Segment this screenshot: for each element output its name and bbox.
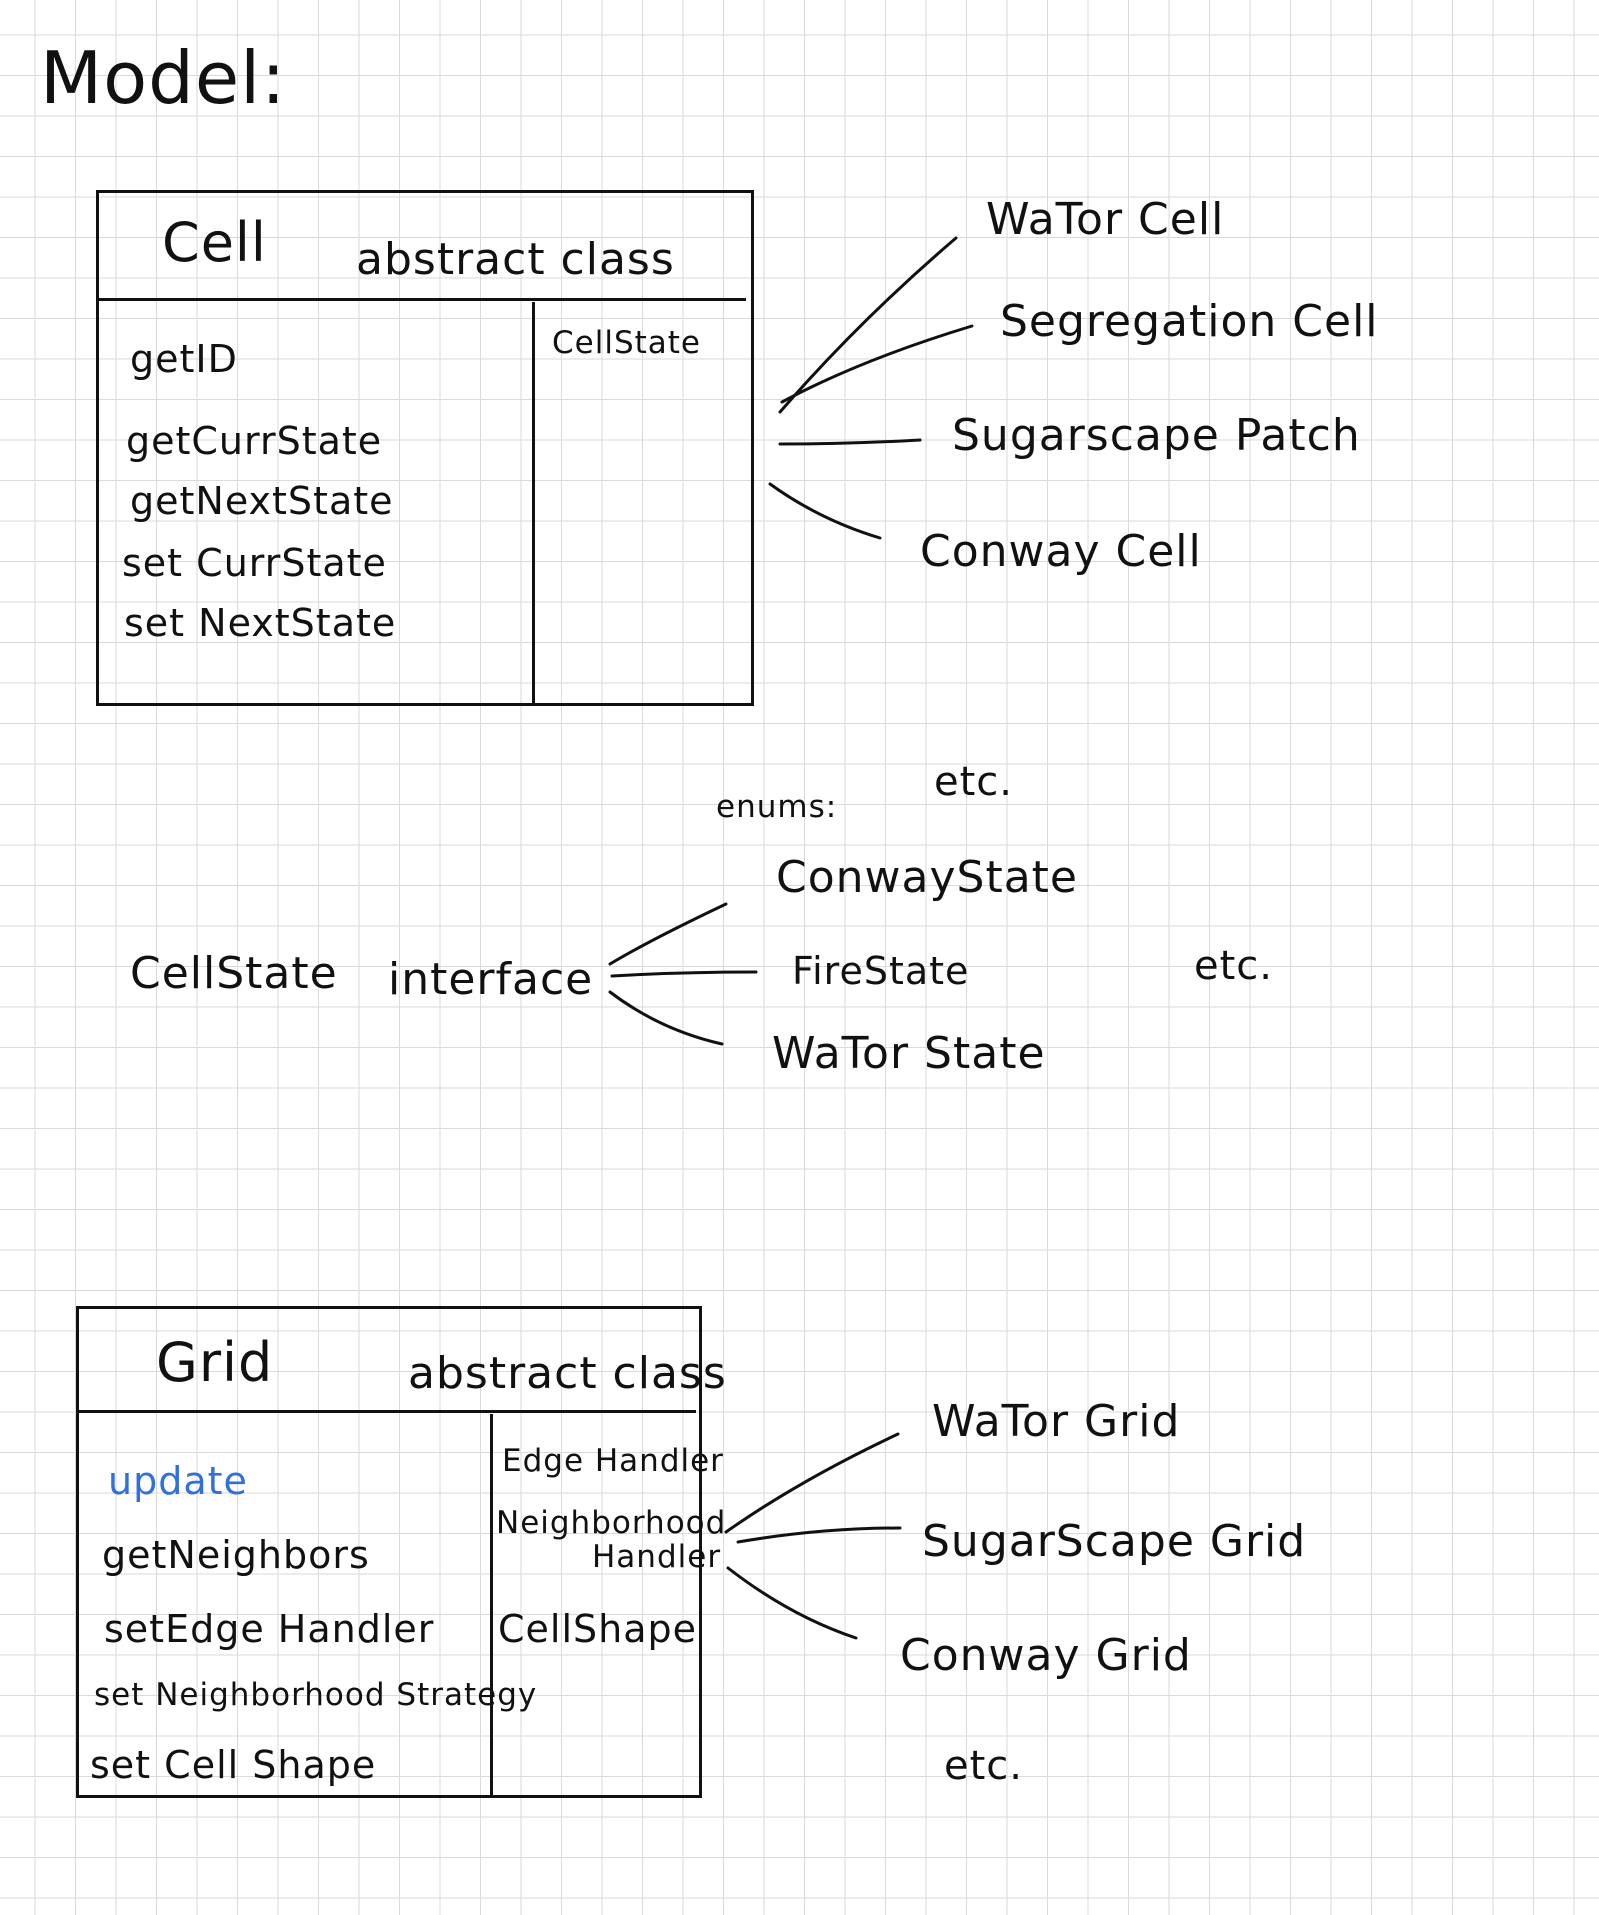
connector-layer <box>608 236 974 1640</box>
cell-connector-line <box>778 438 922 446</box>
grid-connector-line <box>726 1566 858 1640</box>
enum-connector-line <box>608 902 728 966</box>
grid-connector-line <box>736 1526 902 1544</box>
cell-connector-line <box>780 324 974 404</box>
grid-connector-line <box>724 1432 900 1534</box>
cell-connector-line <box>768 482 882 540</box>
enum-connector-line <box>610 970 758 978</box>
cell-connector-line <box>778 236 958 414</box>
enum-connector-line <box>608 990 724 1046</box>
diagram-canvas: Model: Cell abstract class getID getCurr… <box>0 0 1599 1915</box>
